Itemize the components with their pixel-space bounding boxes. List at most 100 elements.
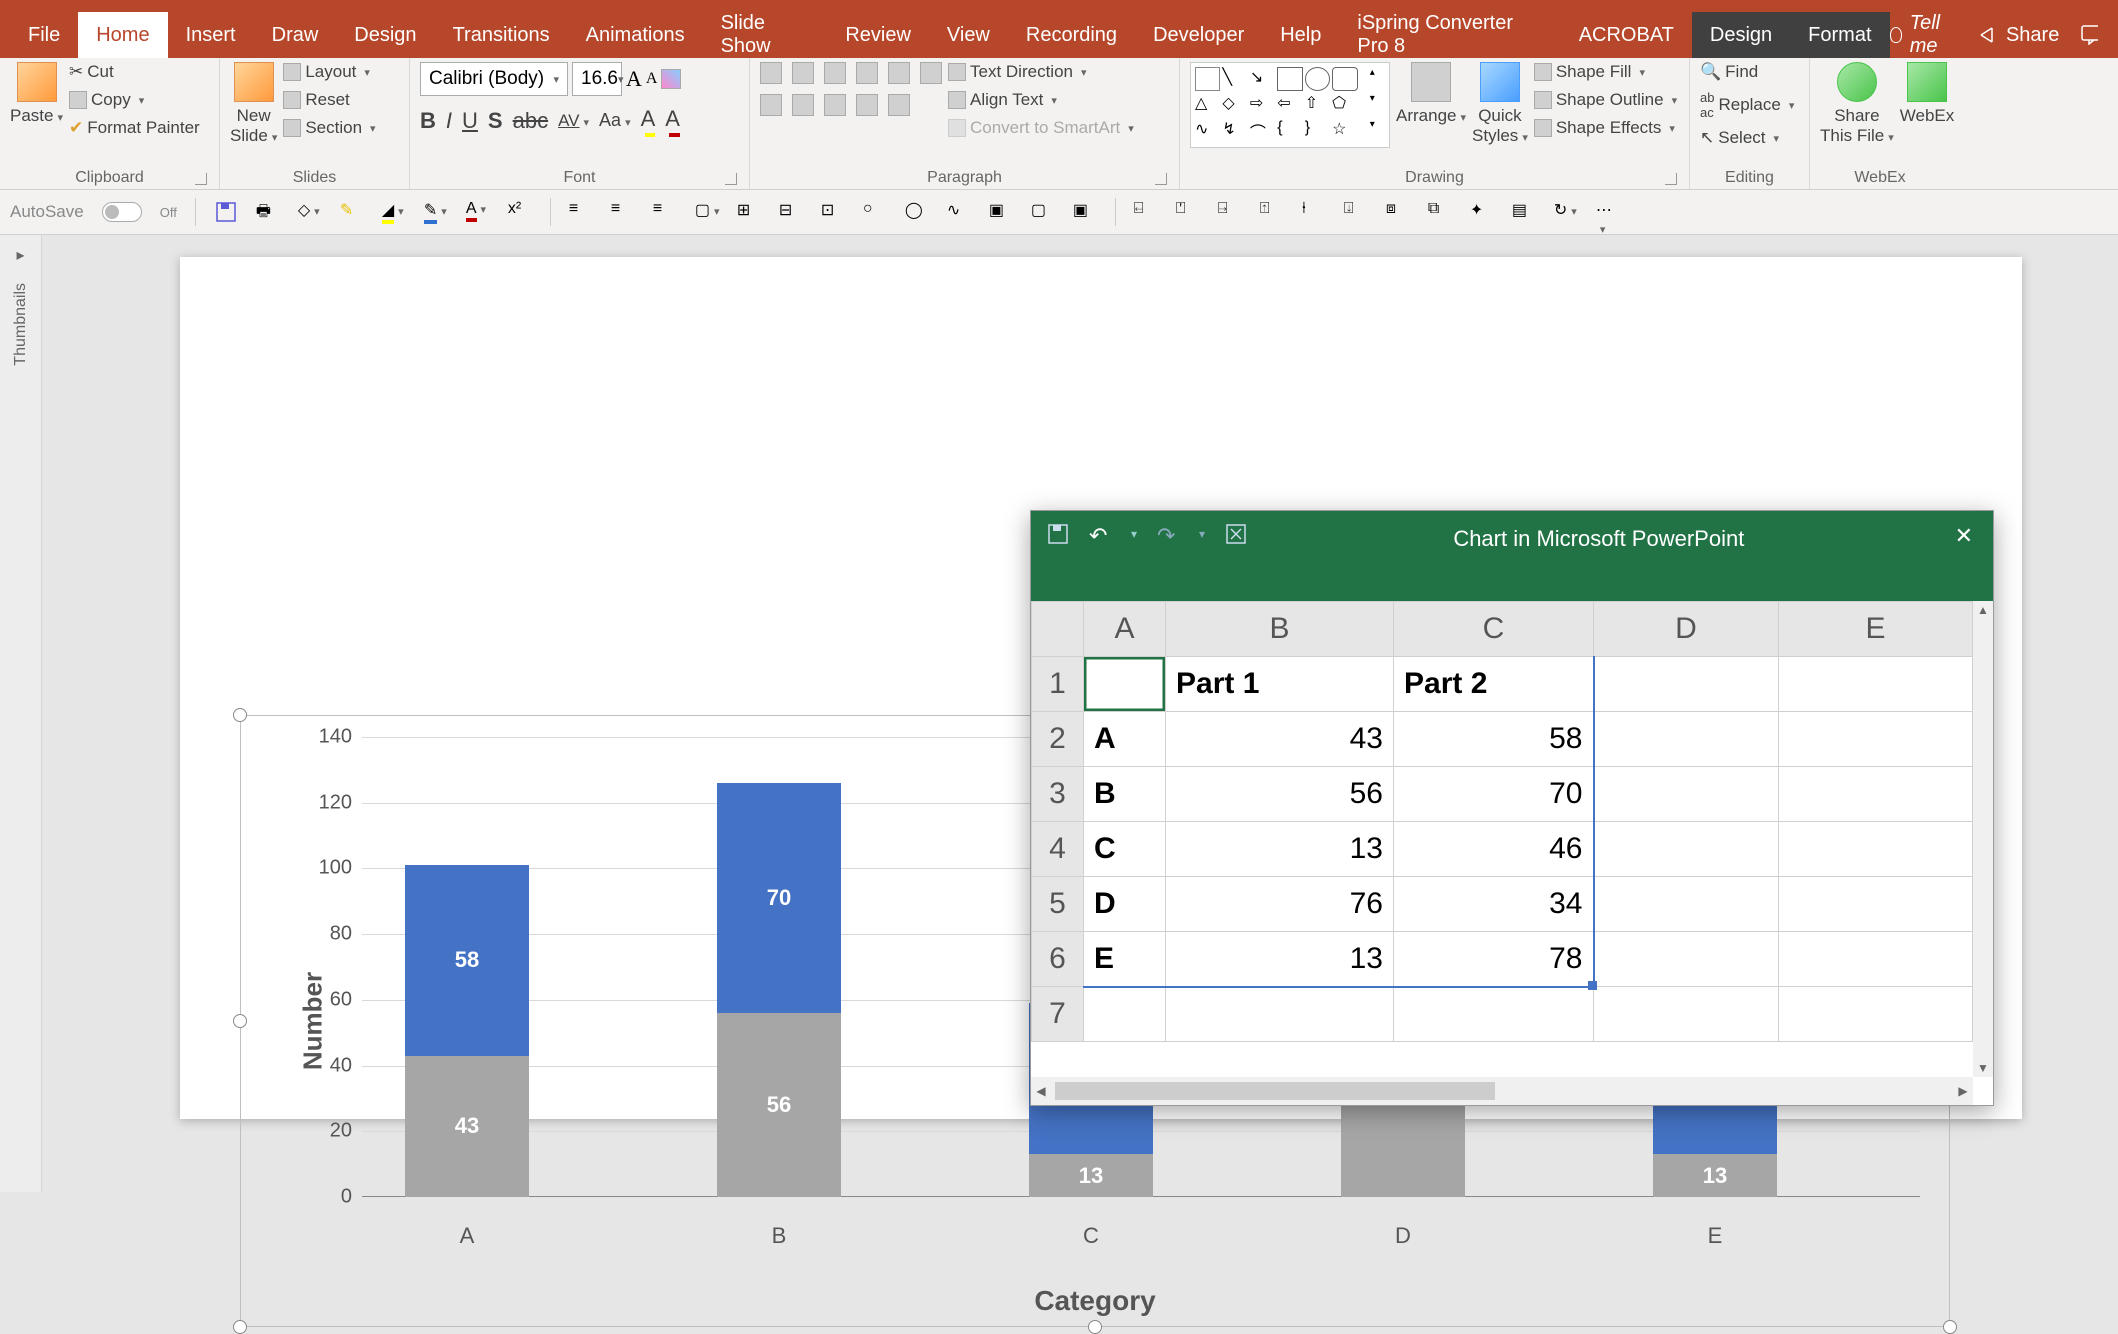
row-header-3[interactable]: 3 xyxy=(1032,767,1084,822)
cell-e1[interactable] xyxy=(1779,657,1973,712)
cell-d6[interactable] xyxy=(1594,932,1779,987)
increase-indent-icon[interactable] xyxy=(888,62,910,84)
tab-insert[interactable]: Insert xyxy=(168,12,254,58)
columns-icon[interactable] xyxy=(888,94,910,116)
shapes-gallery[interactable]: ╲ ↘ ▴ △ ◇ ⇨ ⇦ ⇧ ⬠ ▾ ∿ ↯ ⌒ { } ☆ ▾ xyxy=(1190,62,1390,148)
row-header-7[interactable]: 7 xyxy=(1032,987,1084,1042)
dw-save-icon[interactable] xyxy=(1047,523,1069,545)
cell-d1[interactable] xyxy=(1594,657,1779,712)
regroup-qat-icon[interactable]: ⊡ xyxy=(821,200,845,224)
superscript-qat-icon[interactable]: x² xyxy=(508,200,532,224)
print-icon[interactable]: 🖶 xyxy=(256,200,280,224)
resize-handle-tl[interactable] xyxy=(233,708,247,722)
dw-vertical-scrollbar[interactable]: ▲ ▼ xyxy=(1973,601,1993,1077)
dw-undo-icon[interactable]: ↶ xyxy=(1089,523,1111,545)
dw-scroll-down-icon[interactable]: ▼ xyxy=(1973,1059,1993,1077)
cell-c5[interactable]: 34 xyxy=(1394,877,1594,932)
cell-a7[interactable] xyxy=(1084,987,1166,1042)
bold-button[interactable]: B xyxy=(420,108,436,134)
resize-handle-bl[interactable] xyxy=(233,1320,247,1334)
tab-view[interactable]: View xyxy=(929,12,1008,58)
cell-c4[interactable]: 46 xyxy=(1394,822,1594,877)
shrink-font-button[interactable]: A xyxy=(646,70,658,88)
tab-transitions[interactable]: Transitions xyxy=(435,12,568,58)
cell-d2[interactable] xyxy=(1594,712,1779,767)
col-header-d[interactable]: D xyxy=(1594,602,1779,657)
grow-font-button[interactable]: A xyxy=(626,66,642,92)
new-slide-button[interactable]: New Slide xyxy=(230,62,277,146)
align-text-button[interactable]: Align Text xyxy=(948,90,1057,110)
font-size-combo[interactable]: 16.6▾ xyxy=(572,62,622,96)
cell-c7[interactable] xyxy=(1394,987,1594,1042)
font-color-qat-icon[interactable]: A xyxy=(466,200,490,224)
cell-c1[interactable]: Part 2 xyxy=(1394,657,1594,712)
layout-button[interactable]: Layout xyxy=(283,62,370,82)
row-header-1[interactable]: 1 xyxy=(1032,657,1084,712)
dw-scroll-right-icon[interactable]: ▶ xyxy=(1953,1084,1973,1098)
justify-icon[interactable] xyxy=(856,94,878,116)
cell-a4[interactable]: C xyxy=(1084,822,1166,877)
data-window-titlebar[interactable]: ↶ ▾ ↷ ▾ Chart in Microsoft PowerPoint ✕ xyxy=(1031,511,1993,601)
text-direction-button[interactable]: Text Direction xyxy=(948,62,1087,82)
clear-formatting-icon[interactable] xyxy=(661,69,681,89)
cell-a5[interactable]: D xyxy=(1084,877,1166,932)
decrease-indent-icon[interactable] xyxy=(856,62,878,84)
row-header-4[interactable]: 4 xyxy=(1032,822,1084,877)
tab-review[interactable]: Review xyxy=(827,12,929,58)
shapes-qat-icon[interactable]: ◇ xyxy=(298,200,322,224)
more-qat-icon[interactable]: ⋯ xyxy=(1596,200,1620,224)
align-center-qat-icon[interactable]: ≡ xyxy=(611,200,635,224)
distribute-h-icon[interactable]: ⧈ xyxy=(1386,200,1410,224)
cell-b6[interactable]: 13 xyxy=(1166,932,1394,987)
cell-d5[interactable] xyxy=(1594,877,1779,932)
row-header-5[interactable]: 5 xyxy=(1032,877,1084,932)
align-objects-top-icon[interactable]: ⍐ xyxy=(1260,200,1284,224)
bullets-icon[interactable] xyxy=(760,62,782,84)
cell-e6[interactable] xyxy=(1779,932,1973,987)
distribute-v-icon[interactable]: ⧉ xyxy=(1428,200,1452,224)
cell-b7[interactable] xyxy=(1166,987,1394,1042)
paragraph-dialog-launcher[interactable] xyxy=(1155,173,1167,185)
line-spacing-icon[interactable] xyxy=(920,62,942,84)
dw-scroll-up-icon[interactable]: ▲ xyxy=(1973,601,1993,619)
dw-redo-icon[interactable]: ↷ xyxy=(1157,523,1179,545)
cell-b1[interactable]: Part 1 xyxy=(1166,657,1394,712)
col-header-b[interactable]: B xyxy=(1166,602,1394,657)
tab-draw[interactable]: Draw xyxy=(254,12,337,58)
bar-A-part2[interactable]: 58 xyxy=(405,865,529,1056)
shapes-scroll-down-icon[interactable]: ▾ xyxy=(1360,93,1385,117)
bar-C-part1[interactable]: 13 xyxy=(1029,1154,1153,1197)
italic-button[interactable]: I xyxy=(446,108,452,134)
cell-b4[interactable]: 13 xyxy=(1166,822,1394,877)
resize-handle-bc[interactable] xyxy=(1088,1320,1102,1334)
webex-share-button[interactable]: Share This File xyxy=(1820,62,1894,146)
textbox-qat-icon[interactable]: ▢ xyxy=(695,200,719,224)
cell-c2[interactable]: 58 xyxy=(1394,712,1594,767)
arrange-button[interactable]: Arrange xyxy=(1396,62,1466,126)
cell-c3[interactable]: 70 xyxy=(1394,767,1594,822)
outline-qat-icon[interactable]: ✎ xyxy=(424,200,448,224)
paste-button[interactable]: Paste xyxy=(10,62,63,126)
tab-animations[interactable]: Animations xyxy=(568,12,703,58)
cell-e7[interactable] xyxy=(1779,987,1973,1042)
share-button[interactable]: Share xyxy=(1978,24,2059,47)
format-painter-button[interactable]: ✔Format Painter xyxy=(69,118,200,138)
row-header-2[interactable]: 2 xyxy=(1032,712,1084,767)
align-objects-bottom-icon[interactable]: ⍗ xyxy=(1344,200,1368,224)
shape-outline-button[interactable]: Shape Outline xyxy=(1534,90,1677,110)
align-objects-middle-icon[interactable]: ⍿ xyxy=(1302,200,1326,224)
bar-B-part1[interactable]: 56 xyxy=(717,1013,841,1197)
font-color-button[interactable]: A xyxy=(665,106,680,135)
select-button[interactable]: ↖Select xyxy=(1700,128,1779,148)
fill-qat-icon[interactable]: ◢ xyxy=(382,200,406,224)
dw-hscroll-thumb[interactable] xyxy=(1055,1082,1495,1100)
cell-d7[interactable] xyxy=(1594,987,1779,1042)
shapes-more-icon[interactable]: ▾ xyxy=(1360,119,1385,143)
char-spacing-button[interactable]: AV xyxy=(558,111,589,131)
cell-b3[interactable]: 56 xyxy=(1166,767,1394,822)
comments-icon[interactable] xyxy=(2081,25,2098,45)
dw-edit-in-excel-icon[interactable] xyxy=(1225,523,1247,545)
spreadsheet-grid[interactable]: A B C D E 1 Part 1 Part 2 2 A 4 xyxy=(1031,601,1973,1077)
dw-horizontal-scrollbar[interactable]: ◀ ▶ xyxy=(1031,1077,1973,1105)
cell-e4[interactable] xyxy=(1779,822,1973,877)
